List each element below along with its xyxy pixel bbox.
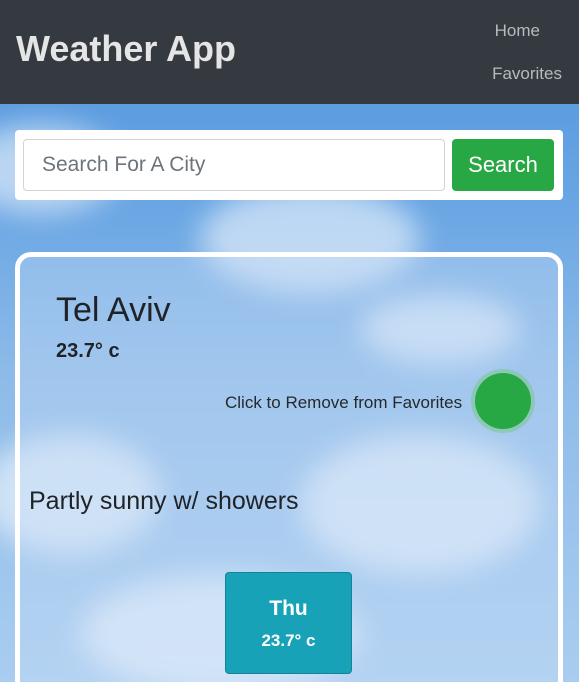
navbar: Weather App Home Favorites: [0, 0, 579, 104]
current-weather-card: Tel Aviv 23.7° c Click to Remove from Fa…: [15, 252, 563, 682]
current-temperature: 23.7° c: [56, 340, 120, 362]
favorite-toggle-button[interactable]: [475, 373, 531, 429]
nav-link-home[interactable]: Home: [495, 21, 540, 41]
weather-condition: Partly sunny w/ showers: [29, 487, 299, 515]
city-name: Tel Aviv: [56, 291, 171, 329]
search-bar: Search: [15, 130, 563, 200]
forecast-day-card: Thu 23.7° c: [225, 572, 352, 674]
search-button[interactable]: Search: [452, 139, 554, 191]
nav-link-favorites[interactable]: Favorites: [492, 64, 562, 84]
search-input[interactable]: [23, 139, 445, 191]
forecast-day-name: Thu: [269, 597, 308, 620]
favorite-action-label: Click to Remove from Favorites: [225, 393, 463, 412]
forecast-day-temperature: 23.7° c: [261, 631, 316, 650]
app-title[interactable]: Weather App: [16, 28, 236, 70]
